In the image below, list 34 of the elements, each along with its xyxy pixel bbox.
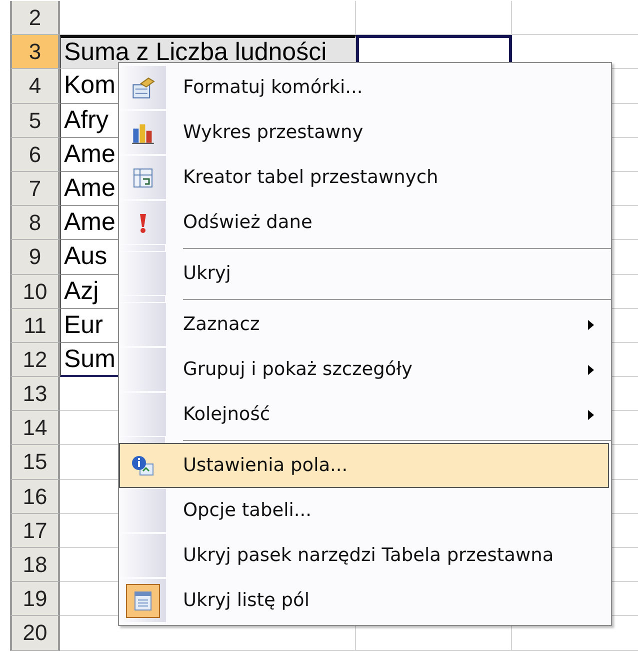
row-header[interactable]: 2 — [10, 1, 60, 36]
pivot-table-icon — [132, 166, 154, 188]
menu-item[interactable]: Opcje tabeli... — [119, 488, 609, 533]
field-settings-icon — [131, 454, 155, 476]
row-header[interactable]: 9 — [10, 240, 60, 274]
row-header[interactable]: 3 — [10, 35, 60, 70]
row-header[interactable]: 12 — [10, 342, 60, 378]
row-header[interactable]: 19 — [10, 582, 60, 616]
row-header[interactable]: 5 — [10, 104, 60, 138]
menu-item[interactable]: Ukryj pasek narzędzi Tabela przestawna — [119, 533, 609, 578]
menu-item[interactable]: Ustawienia pola... — [119, 443, 609, 488]
field-list-icon — [133, 590, 153, 612]
row-header[interactable]: 14 — [10, 411, 60, 446]
submenu-arrow-icon — [588, 410, 594, 420]
row-header[interactable]: 6 — [10, 138, 60, 172]
row-header[interactable]: 18 — [10, 548, 60, 582]
row-header[interactable]: 13 — [10, 377, 60, 412]
menu-item[interactable]: Ukryj — [119, 251, 609, 296]
row-header[interactable]: 15 — [10, 445, 60, 480]
menu-item[interactable]: Zaznacz — [119, 302, 609, 347]
exclamation-icon — [137, 212, 149, 234]
row-header[interactable]: 8 — [10, 206, 60, 240]
row-header[interactable]: 16 — [10, 480, 60, 514]
submenu-arrow-icon — [588, 320, 594, 330]
row-header[interactable]: 10 — [10, 274, 60, 309]
format-cells-icon — [131, 76, 155, 100]
menu-item[interactable]: Kolejność — [119, 392, 609, 437]
submenu-arrow-icon — [588, 364, 594, 374]
row-header[interactable]: 7 — [10, 172, 60, 206]
row-header[interactable]: 20 — [10, 616, 60, 651]
row-header[interactable]: 17 — [10, 514, 60, 548]
menu-item[interactable]: Ukryj listę pól — [119, 578, 609, 623]
row-header[interactable]: 11 — [10, 308, 60, 343]
row-header[interactable]: 4 — [10, 69, 60, 104]
